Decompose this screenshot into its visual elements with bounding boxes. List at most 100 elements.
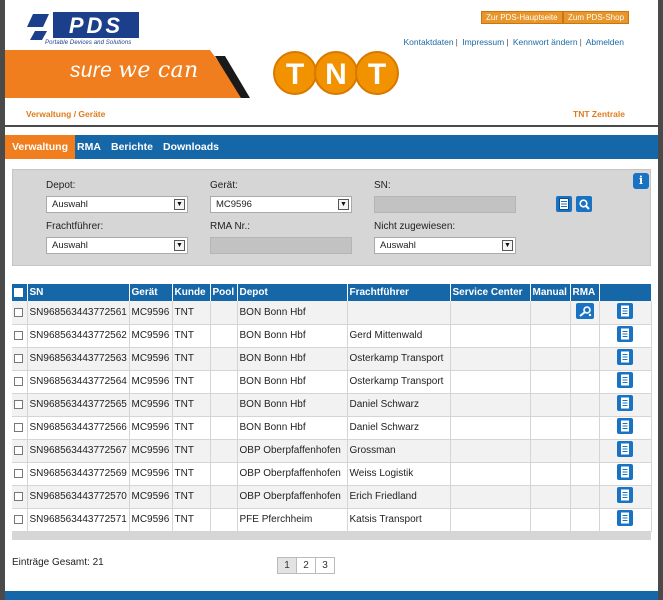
cell-rma (570, 508, 600, 532)
page-header: PDS Portable Devices and Solutions sure … (5, 0, 658, 125)
select-all-checkbox[interactable] (14, 287, 23, 297)
link-kennwort[interactable]: Kennwort ändern (513, 37, 578, 47)
document-icon[interactable] (617, 302, 633, 322)
table-row[interactable]: SN968563443772570 MC9596 TNT OBP Oberpfaffe… (12, 485, 652, 509)
cell-manual (530, 508, 571, 532)
cell-sn: SN968563443772564 (27, 370, 130, 394)
pds-shop-button[interactable]: Zum PDS-Shop (563, 11, 630, 24)
col-sn[interactable]: SN (27, 284, 130, 301)
document-icon[interactable] (617, 441, 633, 460)
document-icon[interactable] (617, 326, 633, 345)
cell-service-center (450, 508, 531, 532)
depot-select[interactable]: Auswahl ▼ (46, 196, 188, 213)
row-checkbox[interactable] (14, 330, 23, 340)
cell-geraet: MC9596 (129, 393, 173, 417)
svg-text:PDS: PDS (69, 13, 123, 38)
link-abmelden[interactable]: Abmelden (586, 37, 624, 47)
row-checkbox[interactable] (14, 491, 23, 501)
page-3-button[interactable]: 3 (315, 557, 335, 574)
link-kontaktdaten[interactable]: Kontaktdaten (404, 37, 454, 47)
tab-rma[interactable]: RMA (70, 135, 108, 159)
tab-berichte[interactable]: Berichte (104, 135, 160, 159)
col-depot[interactable]: Depot (237, 284, 348, 301)
banner-slogan: sure we can (70, 58, 199, 83)
document-icon[interactable] (617, 418, 633, 437)
table-row[interactable]: SN968563443772565 MC9596 TNT BON Bonn Hbf Da… (12, 393, 652, 417)
rma-nr-input[interactable] (210, 237, 352, 254)
col-kunde[interactable]: Kunde (172, 284, 211, 301)
link-impressum[interactable]: Impressum (462, 37, 504, 47)
cell-actions (599, 301, 652, 325)
geraet-select[interactable]: MC9596 ▼ (210, 196, 352, 213)
cell-kunde: TNT (172, 508, 211, 532)
page-2-button[interactable]: 2 (296, 557, 316, 574)
cell-geraet: MC9596 (129, 301, 173, 325)
table-row[interactable]: SN968563443772569 MC9596 TNT OBP Oberpfaffe… (12, 462, 652, 486)
col-pool[interactable]: Pool (210, 284, 238, 301)
document-icon[interactable] (617, 510, 633, 529)
cell-kunde: TNT (172, 439, 211, 463)
row-checkbox[interactable] (14, 307, 23, 317)
svg-text:T: T (368, 58, 386, 91)
row-checkbox[interactable] (14, 422, 23, 432)
table-row[interactable]: SN968563443772567 MC9596 TNT OBP Oberpfaffe… (12, 439, 652, 463)
row-checkbox[interactable] (14, 376, 23, 386)
cell-kunde: TNT (172, 462, 211, 486)
dropdown-arrow-icon: ▼ (338, 199, 349, 210)
nicht-zugewiesen-select[interactable]: Auswahl ▼ (374, 237, 516, 254)
page-1-button[interactable]: 1 (277, 557, 297, 574)
table-row[interactable]: SN968563443772571 MC9596 TNT PFE Pferchheim… (12, 508, 652, 532)
main-content: Verwaltung RMA Berichte Downloads Depot:… (5, 127, 658, 600)
row-checkbox[interactable] (14, 514, 23, 524)
row-select-cell (12, 485, 28, 509)
frachtfuehrer-select[interactable]: Auswahl ▼ (46, 237, 188, 254)
sn-input[interactable] (374, 196, 516, 213)
main-nav: Verwaltung RMA Berichte Downloads (5, 135, 658, 159)
row-checkbox[interactable] (14, 399, 23, 409)
col-rma[interactable]: RMA (570, 284, 600, 301)
cell-depot: BON Bonn Hbf (237, 416, 348, 440)
document-icon[interactable] (617, 395, 633, 414)
search-button[interactable] (576, 196, 592, 212)
cell-service-center (450, 485, 531, 509)
cell-actions (599, 508, 652, 532)
cell-sn: SN968563443772567 (27, 439, 130, 463)
info-icon[interactable]: i (633, 173, 649, 189)
breadcrumb[interactable]: Verwaltung / Geräte (26, 109, 105, 119)
row-select-cell (12, 416, 28, 440)
device-table: SN Gerät Kunde Pool Depot Frachtführer S… (12, 284, 652, 532)
document-icon[interactable] (617, 464, 633, 483)
sn-label: SN: (374, 180, 391, 191)
row-checkbox[interactable] (14, 468, 23, 478)
cell-rma (570, 462, 600, 486)
document-icon[interactable] (617, 372, 633, 391)
table-header-row: SN Gerät Kunde Pool Depot Frachtführer S… (12, 284, 652, 301)
bottom-bar (5, 591, 658, 600)
col-geraet[interactable]: Gerät (129, 284, 173, 301)
table-row[interactable]: SN968563443772566 MC9596 TNT BON Bonn Hbf Da… (12, 416, 652, 440)
tab-verwaltung[interactable]: Verwaltung (5, 135, 76, 159)
cell-actions (599, 347, 652, 371)
document-icon[interactable] (617, 487, 633, 506)
row-checkbox[interactable] (14, 445, 23, 455)
cell-geraet: MC9596 (129, 370, 173, 394)
cell-pool (210, 301, 238, 325)
col-service-center[interactable]: Service Center (450, 284, 531, 301)
document-icon[interactable] (617, 349, 633, 368)
rma-wrench-icon[interactable] (575, 302, 594, 322)
table-row[interactable]: SN968563443772564 MC9596 TNT BON Bonn Hbf Os… (12, 370, 652, 394)
row-select-cell (12, 347, 28, 371)
row-checkbox[interactable] (14, 353, 23, 363)
table-row[interactable]: SN968563443772563 MC9596 TNT BON Bonn Hbf Os… (12, 347, 652, 371)
export-button[interactable] (556, 196, 572, 212)
col-manual[interactable]: Manual (530, 284, 571, 301)
tab-downloads[interactable]: Downloads (156, 135, 226, 159)
pagination: 1 2 3 (277, 557, 335, 574)
table-row[interactable]: SN968563443772562 MC9596 TNT BON Bonn Hbf Ge… (12, 324, 652, 348)
table-row[interactable]: SN968563443772561 MC9596 TNT BON Bonn Hbf (12, 301, 652, 325)
cell-manual (530, 462, 571, 486)
cell-service-center (450, 462, 531, 486)
geraet-label: Gerät: (210, 180, 238, 191)
pds-home-button[interactable]: Zur PDS-Hauptseite (481, 11, 563, 24)
col-frachtfuehrer[interactable]: Frachtführer (347, 284, 451, 301)
